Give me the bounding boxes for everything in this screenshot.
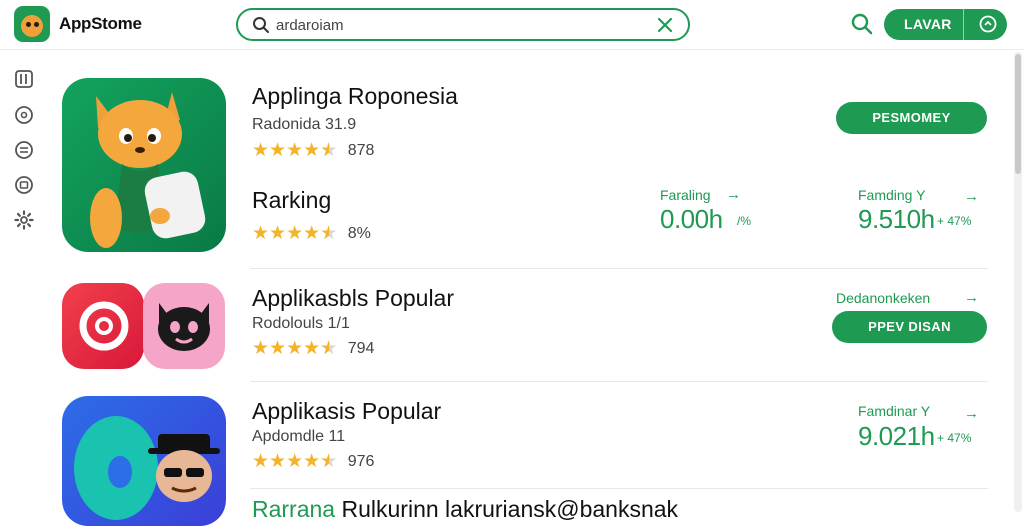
- appstore-logo-icon[interactable]: [14, 6, 50, 42]
- account-switch-icon: [979, 15, 997, 33]
- app-icon-pink[interactable]: [143, 283, 225, 369]
- app-subtitle: Rodolouls 1/1: [252, 315, 350, 332]
- search-bar[interactable]: [236, 8, 690, 41]
- stat-label[interactable]: Famding Y: [858, 187, 925, 203]
- app-subtitle: Apdomdle 11: [252, 428, 346, 445]
- stat-percent: + 47%: [937, 431, 972, 445]
- app-title[interactable]: Applinga Roponesia: [252, 83, 458, 110]
- search-input[interactable]: [276, 15, 636, 35]
- close-icon[interactable]: [656, 16, 674, 34]
- arrow-right-icon[interactable]: →: [964, 289, 979, 306]
- star-rating: ★★★★★ 878: [252, 141, 375, 162]
- stat-label[interactable]: Dedanonkeken: [836, 290, 930, 306]
- app-icon-blue[interactable]: [62, 396, 226, 526]
- star-rating: ★★★★★ 794: [252, 339, 375, 360]
- row-divider: [250, 381, 988, 382]
- top-bar: AppStome LAVAR: [0, 0, 1024, 50]
- search-icon: [253, 17, 269, 33]
- gear-icon[interactable]: [13, 209, 35, 231]
- install-button[interactable]: PESMOMEY: [836, 102, 987, 134]
- app-icon-cat[interactable]: [62, 78, 226, 252]
- stat-value: 0.00h: [660, 204, 723, 234]
- row-divider: [250, 488, 988, 489]
- stat-value: 9.021h: [858, 421, 935, 451]
- search-icon[interactable]: [850, 12, 874, 36]
- login-button-label: LAVAR: [904, 16, 952, 32]
- login-button[interactable]: LAVAR: [884, 9, 1007, 40]
- stat-percent: /%: [737, 214, 752, 228]
- circle-logo-icon: [79, 301, 129, 351]
- app-icon-red[interactable]: [62, 283, 144, 369]
- app-title[interactable]: Applikasis Popular: [252, 398, 441, 425]
- character-icon: [74, 416, 220, 520]
- star-rating: ★★★★★ 976: [252, 452, 375, 473]
- row-divider: [250, 268, 988, 269]
- list-icon[interactable]: [13, 139, 35, 161]
- ranking-title: Rarking: [252, 187, 332, 213]
- rating-count: 794: [347, 340, 375, 357]
- rating-count: 8%: [347, 225, 371, 242]
- rating-count: 878: [347, 142, 375, 159]
- cat-face-icon: [158, 303, 210, 351]
- open-button[interactable]: PPEV DISAN: [832, 311, 987, 343]
- menu-icon[interactable]: [13, 68, 35, 90]
- scrollbar-thumb[interactable]: [1015, 54, 1021, 174]
- arrow-right-icon[interactable]: →: [726, 186, 741, 203]
- partial-row-title[interactable]: Rarrana Rulkurinn lakruriansk@banksnak: [252, 496, 678, 523]
- rating-count: 976: [347, 453, 375, 470]
- cat-mascot-icon: [90, 92, 206, 248]
- stat-value: 9.510h: [858, 204, 935, 234]
- stat-percent: + 47%: [937, 214, 972, 228]
- stat-label[interactable]: Famdinar Y: [858, 403, 930, 419]
- help-icon[interactable]: [13, 104, 35, 126]
- stat-label[interactable]: Faraling: [660, 187, 711, 203]
- app-subtitle: Radonida 31.9: [252, 116, 357, 133]
- account-icon[interactable]: [13, 174, 35, 196]
- app-title[interactable]: Applikasbls Popular: [252, 285, 454, 312]
- arrow-right-icon[interactable]: →: [964, 405, 979, 422]
- brand-name[interactable]: AppStome: [59, 14, 142, 34]
- star-rating: ★★★★★ 8%: [252, 224, 371, 245]
- scrollbar[interactable]: [1014, 52, 1022, 512]
- arrow-right-icon[interactable]: →: [964, 188, 979, 205]
